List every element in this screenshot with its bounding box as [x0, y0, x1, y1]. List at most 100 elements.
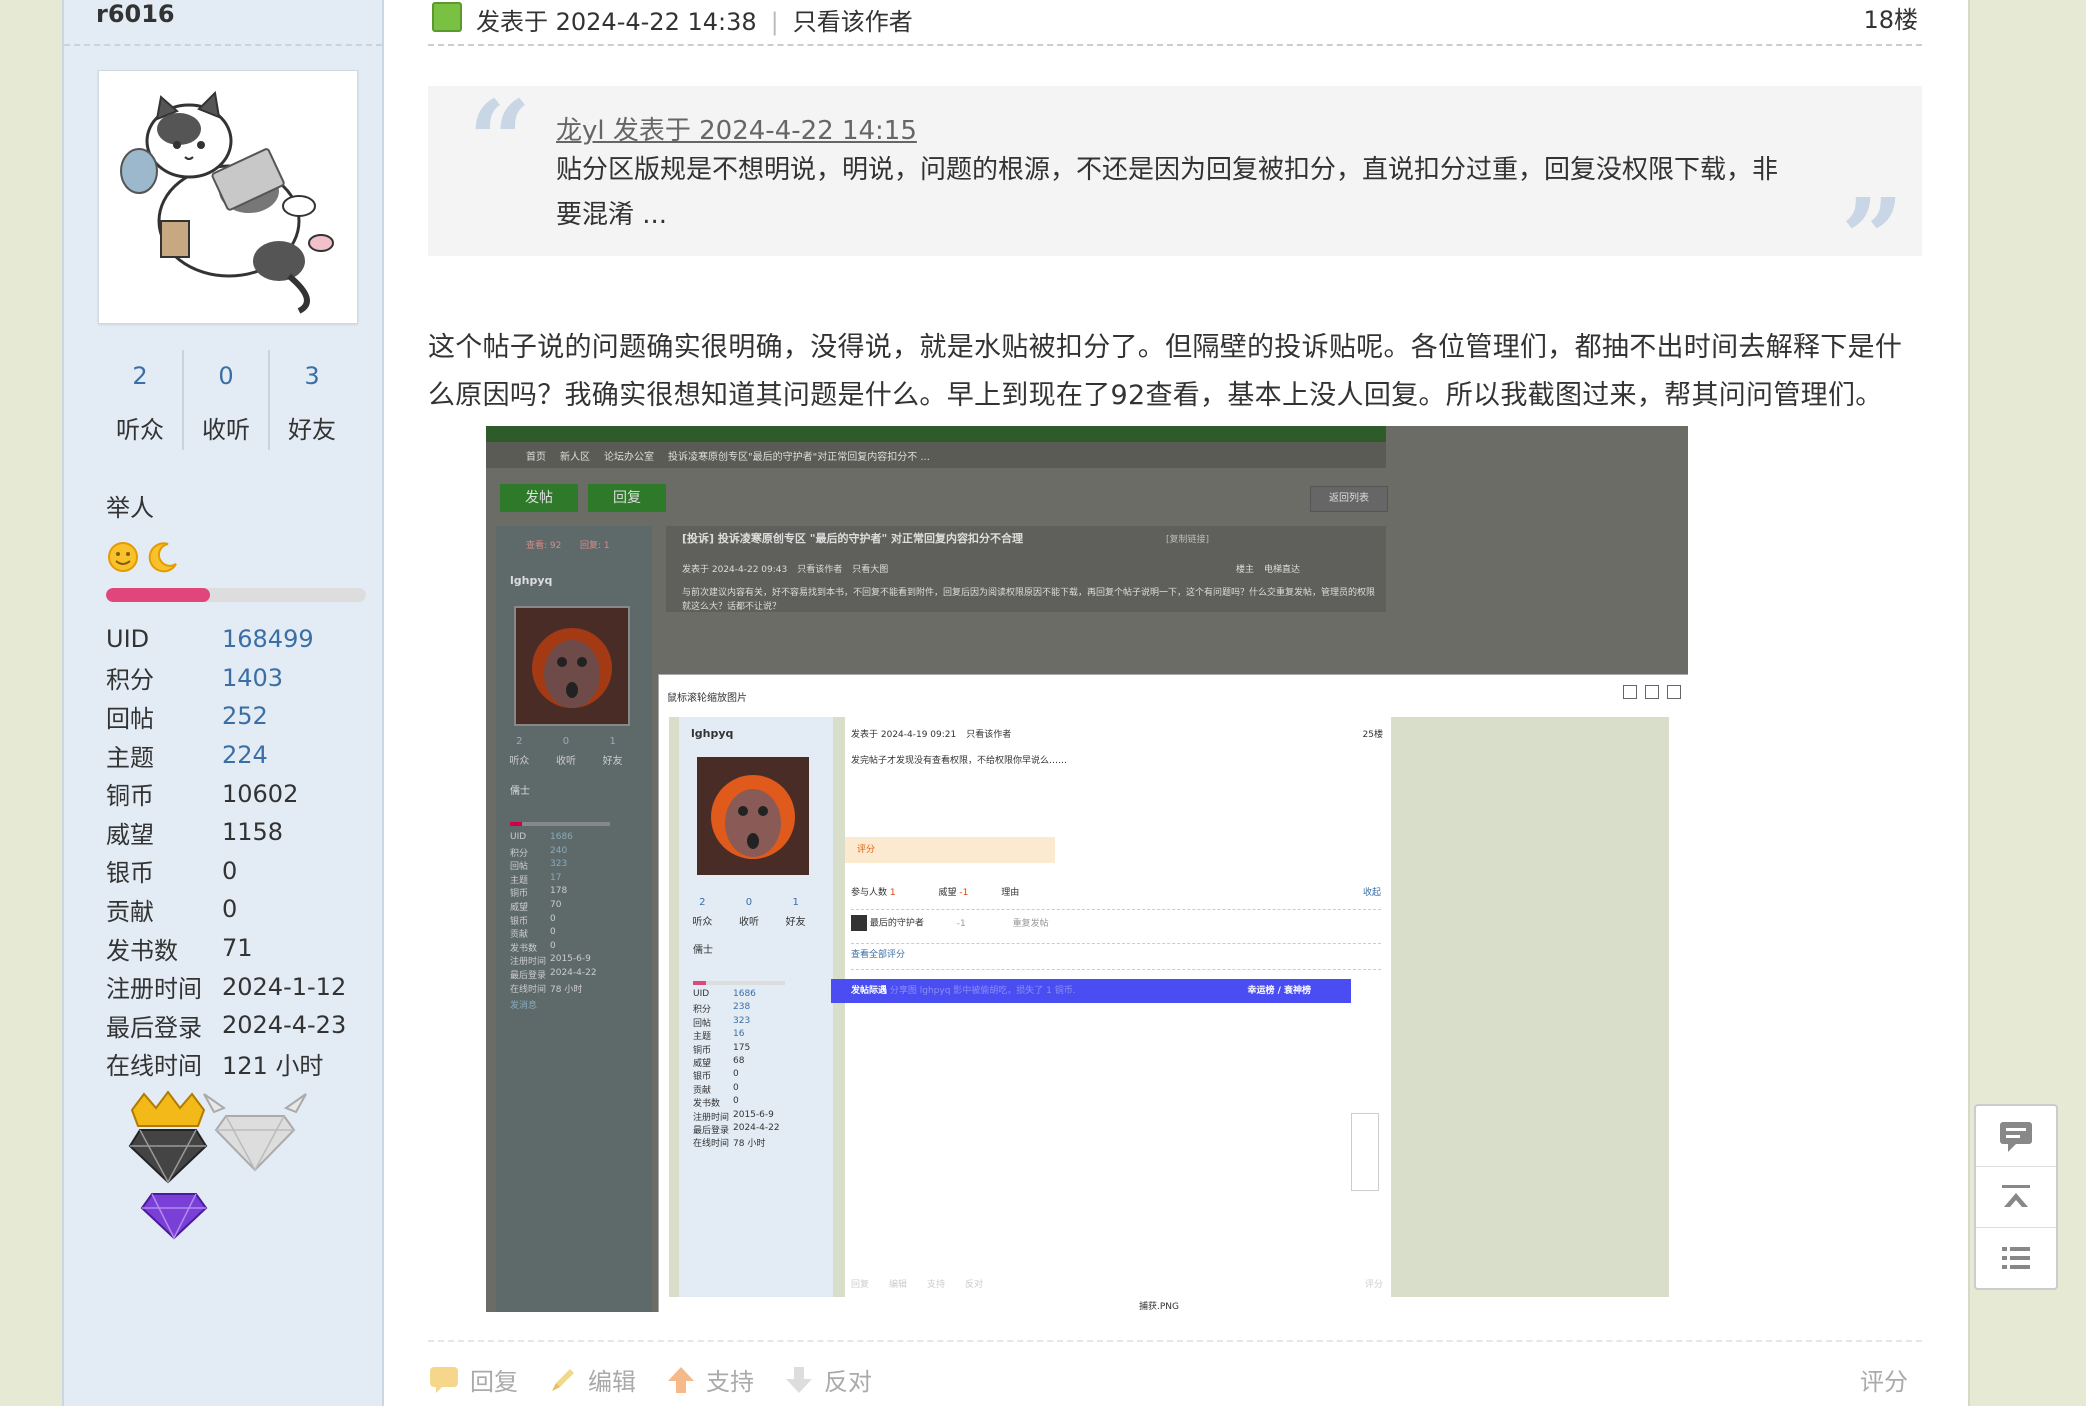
info-row: 威望 1158 [106, 813, 346, 852]
screenshot-info-row: 最后登录 2024-4-22 [693, 1122, 780, 1136]
floor-number[interactable]: 18楼 [1863, 0, 1918, 35]
info-label: 威望 [106, 820, 154, 849]
info-label: 在线时间 [106, 1052, 202, 1081]
info-value: 2024-4-23 [222, 1011, 347, 1040]
stat-listeners[interactable]: 2 听众 [98, 350, 184, 450]
screenshot-info-row: 在线时间 78 小时 [510, 984, 583, 995]
screenshot-reply-button: 回复 [588, 484, 666, 512]
info-row: 铜币 10602 [106, 774, 346, 813]
screenshot-info-row: 铜币 175 [693, 1042, 751, 1056]
only-author-link[interactable]: 只看该作者 [793, 8, 913, 36]
author-name[interactable]: r6016 [96, 0, 175, 28]
quote-author-link[interactable]: 龙yl 发表于 2024-4-22 14:15 [556, 110, 917, 147]
screenshot-info-row: UID 1686 [510, 832, 573, 842]
info-value[interactable]: 1403 [222, 664, 283, 692]
info-row: UID 168499 [106, 620, 346, 659]
screenshot-info-row: 主题 17 [510, 872, 562, 886]
screenshot-info-row: 银币 0 [693, 1069, 739, 1083]
screenshot-sidebar: 查看: 92 回复: 1 lghpyq 201 听众 收听 好友 儒士 UID 168… [496, 526, 652, 1312]
screenshot-back-list: 返回列表 [1310, 486, 1388, 512]
screenshot-info-row: 铜币 178 [510, 886, 568, 900]
post-content: 发表于 2024-4-22 14:38 | 只看该作者 18楼 “ 龙yl 发表于 … [384, 0, 1970, 1406]
screenshot-info-row: 回帖 323 [510, 859, 568, 873]
moon-icon [148, 542, 177, 573]
medals [114, 1090, 344, 1244]
rate-button[interactable]: 评分 [1860, 1362, 1908, 1397]
quick-reply-button[interactable] [1976, 1106, 2056, 1167]
info-row: 银币 0 [106, 852, 346, 891]
online-status-icon [432, 2, 462, 32]
screenshot-info-row: 主题 16 [693, 1029, 745, 1043]
screenshot-info-row: 贡献 0 [510, 927, 556, 941]
info-row: 最后登录 2024-4-23 [106, 1006, 346, 1045]
screenshot-info-row: 注册时间 2015-6-9 [510, 954, 591, 968]
info-value[interactable]: 252 [222, 702, 268, 730]
info-label: 贡献 [106, 897, 154, 926]
screenshot-info-row: UID 1686 [693, 989, 756, 999]
screenshot-info-row: 威望 70 [510, 899, 562, 913]
user-rank: 举人 [106, 494, 154, 522]
purple-diamond-medal-icon[interactable] [140, 1193, 208, 1240]
screenshot-info-row: 积分 240 [510, 845, 568, 859]
crown-diamond-medal-icon[interactable] [128, 1090, 208, 1184]
info-value[interactable]: 224 [222, 741, 268, 769]
support-button[interactable]: 支持 [666, 1362, 754, 1397]
edit-button[interactable]: 编辑 [548, 1362, 636, 1397]
info-row: 回帖 252 [106, 697, 346, 736]
info-value: 2024-1-12 [222, 972, 347, 1001]
reply-icon [430, 1366, 458, 1393]
sun-face-icon [108, 542, 138, 572]
info-value: 0 [222, 895, 238, 924]
author-sidebar: r6016 2 听众 0 收听 3 好友 举人 UID 168499 积分 14… [62, 0, 384, 1406]
screenshot-info-row: 最后登录 2024-4-22 [510, 967, 597, 981]
info-value: 0 [222, 856, 238, 885]
divider [64, 44, 382, 46]
screenshot-info-row: 发书数 0 [510, 940, 556, 954]
screenshot-info-row: 积分 238 [693, 1002, 751, 1016]
info-row: 主题 224 [106, 736, 346, 775]
info-label: 银币 [106, 859, 154, 888]
post-actions: 回复 编辑 支持 反对 [428, 1362, 872, 1397]
popup-close-icon [1667, 685, 1681, 699]
post-footer-divider [428, 1340, 1922, 1342]
screenshot-post-button: 发帖 [500, 484, 578, 512]
screenshot-info-row: 发书数 0 [693, 1096, 739, 1110]
info-label: 发书数 [106, 936, 178, 965]
info-value[interactable]: 168499 [222, 625, 314, 653]
info-label: 最后登录 [106, 1013, 202, 1042]
rank-icons [106, 540, 180, 574]
screenshot-info-row: 注册时间 2015-6-9 [693, 1109, 774, 1123]
rank-progress-bar [106, 588, 366, 602]
post-header: 发表于 2024-4-22 14:38 | 只看该作者 18楼 [428, 0, 1922, 46]
info-label: 回帖 [106, 704, 154, 733]
stat-following[interactable]: 0 收听 [184, 350, 270, 450]
info-label: 铜币 [106, 782, 154, 811]
back-to-top-button[interactable] [1976, 1167, 2056, 1228]
list-view-button[interactable] [1976, 1228, 2056, 1288]
screenshot-info-row: 银币 0 [510, 913, 556, 927]
info-value: 1158 [222, 818, 284, 847]
post-body: 这个帖子说的问题确实很明确，没得说，就是水贴被扣分了。但隔壁的投诉贴呢。各位管理… [428, 332, 1903, 411]
user-info-list: UID 168499 积分 1403 回帖 252 主题 224 铜币 10602 威望 1158 银币… [106, 620, 346, 1083]
avatar[interactable] [98, 70, 358, 324]
info-label: 注册时间 [106, 975, 202, 1004]
info-value: 121 小时 [222, 1052, 324, 1081]
silver-wings-medal-icon[interactable] [203, 1093, 307, 1172]
oppose-button[interactable]: 反对 [784, 1362, 872, 1397]
stat-friends[interactable]: 3 好友 [270, 350, 354, 450]
down-arrow-icon [786, 1366, 812, 1393]
quote-block: “ 龙yl 发表于 2024-4-22 14:15 贴分区版规是不想明说，明说，… [428, 86, 1922, 294]
screenshot-breadcrumb: 首页 新人区 论坛办公室 投诉凌寒原创专区"最后的守护者"对正常回复内容扣分不 … [486, 442, 1386, 468]
reply-button[interactable]: 回复 [428, 1362, 518, 1397]
info-label: UID [106, 625, 150, 654]
info-value: 10602 [222, 779, 299, 808]
attached-screenshot[interactable]: 首页 新人区 论坛办公室 投诉凌寒原创专区"最后的守护者"对正常回复内容扣分不 … [486, 426, 1688, 1312]
follow-stats: 2 听众 0 收听 3 好友 [98, 350, 354, 450]
info-row: 贡献 0 [106, 890, 346, 929]
info-row: 发书数 71 [106, 929, 346, 968]
quote-text: 贴分区版规是不想明说，明说，问题的根源，不还是因为回复被扣分，直说扣分过重，回复… [556, 155, 1779, 230]
pencil-icon [552, 1368, 574, 1391]
chat-bubble-icon [2000, 1122, 2032, 1152]
screenshot-info-row: 威望 68 [693, 1055, 745, 1069]
screenshot-avatar [514, 606, 630, 726]
